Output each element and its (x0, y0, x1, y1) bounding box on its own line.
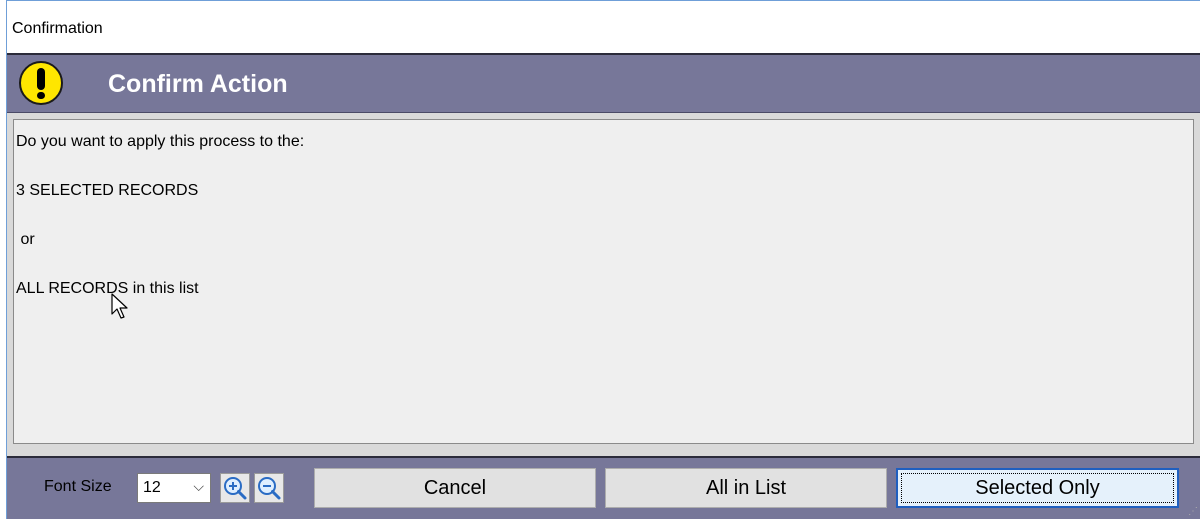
message-line-or: or (16, 231, 35, 248)
dialog-body: Do you want to apply this process to the… (7, 113, 1200, 456)
dialog-heading: Confirm Action (108, 70, 288, 98)
confirmation-dialog: Confirmation Confirm Action Do you want … (6, 0, 1200, 519)
dialog-header: Confirm Action (7, 53, 1200, 113)
mouse-pointer-icon (111, 293, 128, 319)
zoom-out-button[interactable] (254, 473, 284, 503)
warning-icon (19, 61, 63, 105)
dialog-footer: Font Size 12 ⌵ Cancel All in List Select… (7, 456, 1200, 519)
cancel-button[interactable]: Cancel (314, 468, 596, 508)
message-box: Do you want to apply this process to the… (13, 119, 1194, 444)
cancel-button-label: Cancel (423, 476, 487, 499)
zoom-out-icon (258, 477, 281, 500)
selected-only-button-label: Selected Only (975, 476, 1100, 499)
message-line-selected: 3 SELECTED RECORDS (16, 182, 199, 199)
window-title: Confirmation (12, 20, 103, 37)
all-in-list-button[interactable]: All in List (605, 468, 887, 508)
all-in-list-button-label: All in List (705, 476, 787, 499)
font-size-value: 12 (143, 479, 161, 496)
zoom-in-icon (224, 477, 247, 500)
resize-grip-icon[interactable]: ⋰ (1188, 506, 1198, 517)
font-size-select[interactable]: 12 ⌵ (137, 473, 211, 503)
message-line-all: ALL RECORDS in this list (16, 280, 199, 297)
zoom-in-button[interactable] (220, 473, 250, 503)
message-line-prompt: Do you want to apply this process to the… (16, 133, 305, 150)
selected-only-button[interactable]: Selected Only (896, 468, 1179, 508)
title-bar[interactable]: Confirmation (7, 0, 1200, 54)
chevron-down-icon: ⌵ (193, 478, 204, 494)
font-size-label: Font Size (44, 478, 112, 495)
